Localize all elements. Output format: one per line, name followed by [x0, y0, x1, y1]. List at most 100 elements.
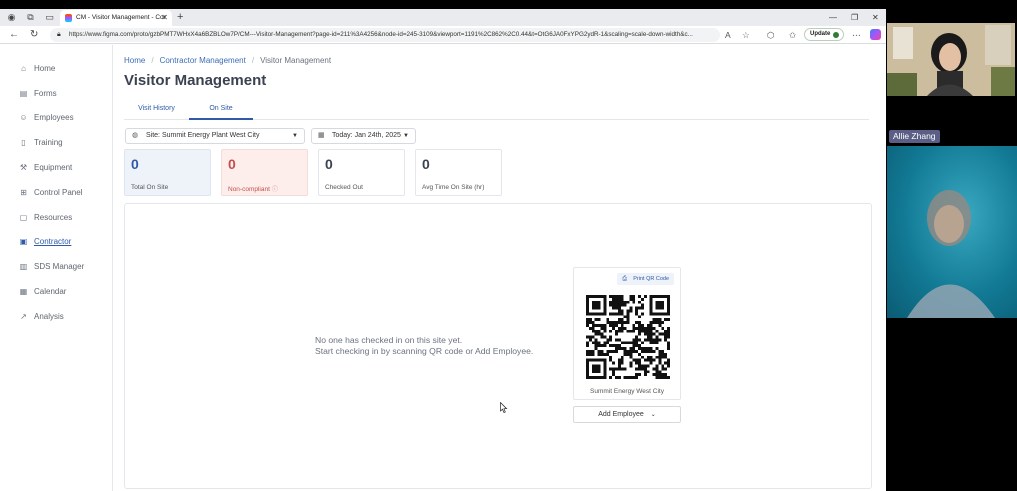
more-menu-icon[interactable]: ⋯ [852, 29, 861, 41]
url-field[interactable]: 🔒︎ https://www.figma.com/proto/gzbPMT7WH… [50, 28, 720, 42]
qr-module [664, 338, 668, 342]
sidebar-item-label: Resources [34, 213, 73, 222]
qr-module [620, 355, 624, 359]
date-select[interactable]: ▦ Today: Jan 24th, 2025 ▼ [311, 128, 416, 144]
tab-visit-history[interactable]: Visit History [124, 102, 189, 120]
minimize-icon[interactable]: — [829, 9, 837, 26]
qr-module [649, 347, 653, 351]
sidebar-item-equipment[interactable]: ⚒ Equipment [18, 161, 72, 175]
qr-module [606, 321, 610, 324]
sidebar-item-analysis[interactable]: ↗ Analysis [18, 310, 64, 324]
back-icon[interactable]: ← [9, 28, 19, 42]
qr-module [594, 376, 598, 379]
sidebar-item-forms[interactable]: ▤ Forms [18, 87, 57, 101]
workspaces-icon[interactable]: ⧉ [25, 12, 36, 23]
calendar-icon: ▦ [19, 287, 28, 296]
read-aloud-icon[interactable]: A [725, 29, 731, 41]
print-qr-button[interactable]: ⎙ Print QR Code [617, 273, 674, 285]
qr-module [620, 341, 624, 345]
qr-module [655, 347, 659, 351]
equipment-icon: ⚒ [19, 163, 28, 172]
participant-video-tile[interactable] [887, 146, 1017, 318]
qr-module [655, 303, 659, 307]
chevron-down-icon: ▼ [292, 133, 298, 139]
extensions-icon[interactable]: ⬡ [767, 29, 774, 41]
qr-module [661, 312, 665, 316]
qr-module [588, 352, 592, 356]
participant-video-tile[interactable] [887, 23, 1015, 96]
site-select[interactable]: ◍ Site: Summit Energy Plant West City ▼ [125, 128, 305, 144]
qr-module [600, 350, 604, 353]
qr-module [606, 341, 610, 345]
qr-module [664, 318, 668, 322]
favorite-star-icon[interactable]: ☆ [742, 29, 750, 41]
sidebar-item-employees[interactable]: ☺ Employees [18, 111, 73, 125]
window-close-icon[interactable]: ✕ [872, 9, 879, 26]
sidebar-item-calendar[interactable]: ▦ Calendar [18, 285, 67, 299]
resources-icon: ▢ [19, 213, 28, 222]
refresh-icon[interactable]: ↻ [30, 28, 38, 42]
qr-module [612, 344, 615, 348]
qr-module [655, 370, 659, 374]
qr-module [603, 341, 607, 345]
qr-module [623, 303, 627, 307]
profile-icon[interactable]: ◉ [6, 12, 17, 23]
sidebar-item-resources[interactable]: ▢ Resources [18, 211, 73, 225]
qr-module [588, 335, 592, 339]
tab-actions-icon[interactable]: ▭ [44, 12, 55, 23]
qr-module [623, 350, 627, 353]
qr-module [603, 358, 607, 362]
sidebar-item-sds-manager[interactable]: ▥ SDS Manager [18, 260, 85, 274]
qr-module [603, 329, 607, 333]
qr-module [667, 306, 670, 310]
qr-module [643, 367, 647, 371]
qr-module [641, 306, 644, 310]
info-icon[interactable]: ⓘ [272, 187, 278, 193]
qr-module [603, 300, 607, 304]
qr-module [629, 361, 633, 365]
qr-module [632, 326, 636, 330]
sidebar-item-training[interactable]: ▯ Training [18, 136, 62, 150]
tab-on-site[interactable]: On Site [189, 102, 253, 120]
qr-module [635, 338, 639, 342]
tab-close-icon[interactable]: ✕ [161, 10, 168, 26]
qr-module [638, 329, 642, 333]
qr-module [588, 318, 592, 322]
qr-module [629, 295, 633, 298]
sidebar-item-home[interactable]: ⌂ Home [18, 62, 55, 76]
add-employee-button[interactable]: Add Employee ⌄ [573, 406, 681, 423]
new-tab-icon[interactable]: + [177, 9, 183, 25]
qr-module [620, 309, 624, 313]
qr-module [638, 361, 642, 365]
qr-module [586, 318, 589, 322]
breadcrumb-contractor-management[interactable]: Contractor Management [160, 56, 246, 65]
qr-module [594, 318, 598, 322]
qr-module [658, 295, 662, 298]
qr-module [606, 352, 610, 356]
update-avatar-icon [833, 32, 839, 38]
page-title: Visitor Management [124, 72, 267, 89]
qr-module [597, 323, 601, 327]
qr-module [632, 344, 636, 348]
qr-module [597, 306, 601, 310]
sidebar-item-contractor[interactable]: ▣ Contractor [18, 235, 72, 249]
sidebar-item-control-panel[interactable]: ⊞ Control Panel [18, 186, 82, 200]
qr-module [588, 326, 592, 330]
stat-value: 0 [422, 156, 430, 172]
qr-module [614, 347, 618, 351]
favorites-icon[interactable]: ✩ [789, 29, 796, 41]
copilot-icon[interactable] [870, 29, 881, 40]
qr-module [649, 350, 653, 353]
breadcrumb-home[interactable]: Home [124, 56, 145, 65]
qr-module [626, 350, 630, 353]
qr-module [594, 347, 598, 351]
qr-module [649, 326, 653, 330]
qr-module [638, 332, 642, 336]
stat-label-row: Non-compliant ⓘ [228, 184, 278, 193]
qr-module [600, 358, 604, 362]
qr-module [667, 335, 670, 339]
restore-icon[interactable]: ❐ [851, 9, 858, 26]
qr-module [629, 306, 633, 310]
update-button[interactable]: Update [804, 28, 844, 41]
browser-tab[interactable]: CM - Visitor Management - Cor ✕ [60, 10, 172, 26]
